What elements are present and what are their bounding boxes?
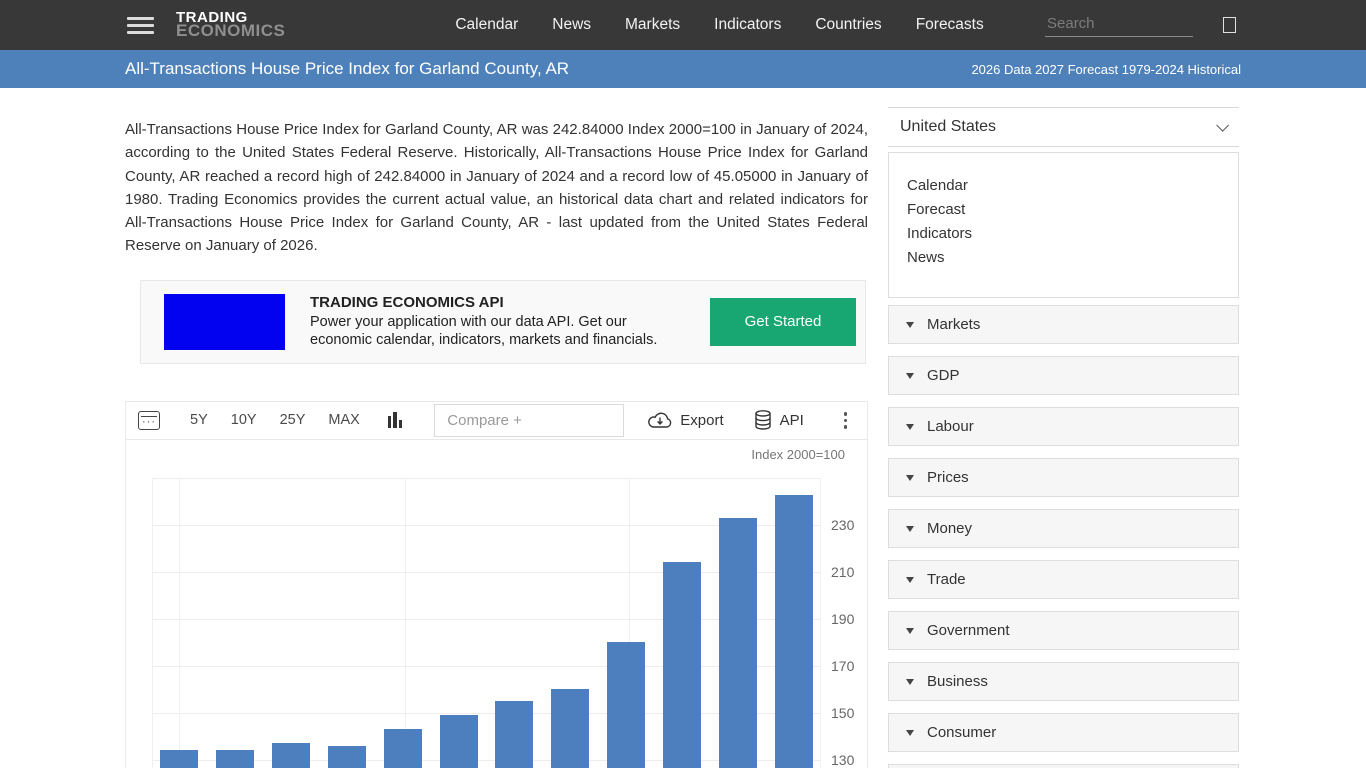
chart-bar-2017[interactable] — [383, 729, 422, 768]
accordion-label: Labour — [927, 418, 974, 435]
api-label: API — [779, 411, 804, 429]
chart-unit-label: Index 2000=100 — [751, 446, 845, 462]
chevron-down-icon — [1216, 118, 1229, 132]
sidebar-link-news[interactable]: News — [907, 246, 1238, 270]
nav-item-calendar[interactable]: Calendar — [455, 16, 518, 34]
accordion-trade[interactable]: Trade — [888, 560, 1239, 599]
image-placeholder-icon — [1223, 17, 1236, 33]
accordion-label: Consumer — [927, 724, 997, 741]
chart-card: 5Y 10Y 25Y MAX Export — [125, 400, 869, 768]
page-title: All-Transactions House Price Index for G… — [125, 59, 570, 78]
accordion-label: Business — [927, 673, 988, 690]
caret-down-icon — [906, 321, 914, 328]
title-banner: All-Transactions House Price Index for G… — [0, 50, 1366, 88]
chart-bar-2020[interactable] — [551, 689, 590, 768]
accordion-label: Markets — [927, 316, 981, 333]
chart-bar-2021[interactable] — [607, 642, 646, 768]
main-nav: Calendar News Markets Indicators Countries Fo… — [455, 16, 983, 34]
api-button[interactable]: API — [754, 410, 804, 430]
caret-down-icon — [906, 729, 914, 736]
nav-item-indicators[interactable]: Indicators — [714, 16, 781, 34]
export-button[interactable]: Export — [648, 411, 724, 429]
chart-bar-2023[interactable] — [719, 517, 758, 768]
chart-plot-area — [152, 477, 821, 768]
accordion-prices[interactable]: Prices — [888, 458, 1239, 497]
range-button-10y[interactable]: 10Y — [231, 412, 257, 428]
y-axis-tick: 150 — [831, 704, 855, 721]
accordion-label: GDP — [927, 367, 960, 384]
chart-bar-2016[interactable] — [327, 745, 366, 768]
chart-bar-2019[interactable] — [495, 701, 534, 768]
api-ad-image[interactable] — [164, 293, 285, 350]
country-selector-value: United States — [900, 118, 997, 135]
y-axis: 230 210 190 170 150 130 — [827, 478, 869, 768]
trading-economics-logo[interactable]: TRADING ECONOMICS — [176, 10, 286, 41]
range-button-max[interactable]: MAX — [328, 412, 359, 428]
summary-paragraph: All-Transactions House Price Index for G… — [125, 121, 868, 255]
chart-bar-2024[interactable] — [774, 494, 813, 768]
logo-line2: ECONOMICS — [176, 21, 286, 41]
caret-down-icon — [906, 372, 914, 379]
top-header: TRADING ECONOMICS Calendar News Markets Ind… — [0, 0, 1366, 50]
banner-meta-links[interactable]: 2026 Data 2027 Forecast 1979-2024 Histor… — [971, 62, 1241, 77]
caret-down-icon — [906, 525, 914, 532]
y-axis-tick: 170 — [831, 657, 855, 674]
chart-bar-2014[interactable] — [215, 750, 254, 768]
api-promo-desc-line2: economic calendar, indicators, markets a… — [310, 332, 658, 349]
accordion-gdp[interactable]: GDP — [888, 356, 1239, 395]
accordion-label: Money — [927, 520, 973, 537]
search-input[interactable] — [1045, 13, 1193, 37]
chart-bars — [152, 478, 821, 768]
accordion-markets[interactable]: Markets — [888, 305, 1239, 344]
range-buttons: 5Y 10Y 25Y MAX — [190, 412, 360, 428]
caret-down-icon — [906, 576, 914, 583]
chart-toolbar: 5Y 10Y 25Y MAX Export — [126, 402, 867, 440]
more-options-icon[interactable] — [840, 410, 852, 431]
calendar-range-icon[interactable] — [138, 410, 160, 430]
y-axis-tick: 210 — [831, 563, 855, 580]
accordion-housing[interactable]: Housing — [888, 764, 1239, 768]
cloud-download-icon — [648, 412, 672, 428]
api-promo-desc-line1: Power your application with our data API… — [310, 314, 627, 331]
caret-down-icon — [906, 678, 914, 685]
sidebar-link-calendar[interactable]: Calendar — [907, 174, 1238, 198]
accordion-label: Trade — [927, 571, 966, 588]
accordion-label: Prices — [927, 469, 969, 486]
api-promo-box: TRADING ECONOMICS API Power your applica… — [140, 279, 866, 364]
sidebar-link-indicators[interactable]: Indicators — [907, 222, 1238, 246]
caret-down-icon — [906, 627, 914, 634]
range-button-25y[interactable]: 25Y — [280, 412, 306, 428]
nav-item-countries[interactable]: Countries — [815, 16, 881, 34]
caret-down-icon — [906, 423, 914, 430]
sidebar-links: Calendar Forecast Indicators News — [888, 152, 1239, 298]
caret-down-icon — [906, 474, 914, 481]
api-promo-title: TRADING ECONOMICS API — [310, 294, 504, 312]
chart-bar-2013[interactable] — [160, 750, 198, 768]
chart-bar-2022[interactable] — [663, 562, 702, 768]
database-icon — [754, 410, 771, 430]
accordion-labour[interactable]: Labour — [888, 407, 1239, 446]
accordion-government[interactable]: Government — [888, 611, 1239, 650]
chart-type-icon[interactable] — [387, 412, 403, 429]
sidebar-accordions: Markets GDP Labour Prices Money Trade Governme… — [888, 305, 1239, 768]
nav-item-forecasts[interactable]: Forecasts — [916, 16, 984, 34]
y-axis-tick: 130 — [831, 751, 855, 768]
country-selector[interactable]: United States — [888, 107, 1239, 147]
y-axis-tick: 230 — [831, 516, 855, 533]
export-label: Export — [680, 411, 724, 429]
nav-item-markets[interactable]: Markets — [625, 16, 680, 34]
chart-bar-2018[interactable] — [439, 715, 478, 768]
accordion-money[interactable]: Money — [888, 509, 1239, 548]
sidebar-link-forecast[interactable]: Forecast — [907, 198, 1238, 222]
nav-item-news[interactable]: News — [552, 16, 591, 34]
y-axis-tick: 190 — [831, 610, 855, 627]
accordion-business[interactable]: Business — [888, 662, 1239, 701]
accordion-consumer[interactable]: Consumer — [888, 713, 1239, 752]
get-started-button[interactable]: Get Started — [710, 297, 856, 346]
range-button-5y[interactable]: 5Y — [190, 412, 208, 428]
menu-icon[interactable] — [127, 16, 154, 34]
compare-input[interactable] — [434, 403, 625, 437]
chart-bar-2015[interactable] — [271, 743, 310, 768]
accordion-label: Government — [927, 622, 1010, 639]
